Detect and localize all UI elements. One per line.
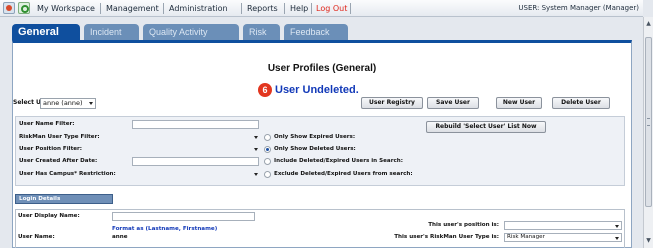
only-expired-radio[interactable] xyxy=(264,134,271,141)
exclude-deleted-radio[interactable] xyxy=(264,171,271,178)
scrollbar-thumb[interactable] xyxy=(645,37,652,207)
user-position-filter-label: User Position Filter: xyxy=(19,146,83,152)
select-user-dropdown[interactable]: anne (anne) xyxy=(40,98,96,109)
menu-management[interactable]: Management xyxy=(106,3,159,14)
menu-separator xyxy=(241,3,242,14)
grip-icon xyxy=(647,118,650,126)
rebuild-user-list-button[interactable]: Rebuild 'Select User' List Now xyxy=(426,121,546,133)
menu-my-workspace[interactable]: My Workspace xyxy=(37,3,95,14)
top-menu-bar: My Workspace Management Administration R… xyxy=(0,0,643,17)
position-label: This user's position is: xyxy=(428,222,499,228)
include-deleted-radio[interactable] xyxy=(264,158,271,165)
delete-user-button[interactable]: Delete User xyxy=(552,97,610,109)
user-type-filter-label: RiskMan User Type Filter: xyxy=(19,134,100,140)
user-profile-panel: User Profiles (General) 6 User Undeleted… xyxy=(12,40,632,248)
chevron-down-icon xyxy=(254,173,258,176)
user-type-value: Risk Manager xyxy=(507,234,545,240)
user-created-after-input[interactable] xyxy=(132,157,259,166)
user-position-filter-select[interactable] xyxy=(132,145,259,154)
user-name-filter-label: User Name Filter: xyxy=(19,121,75,127)
home-icon[interactable] xyxy=(3,2,15,14)
tab-quality-activity[interactable]: Quality Activity xyxy=(143,24,239,40)
user-created-after-label: User Created After Date: xyxy=(19,158,98,164)
tab-general[interactable]: General xyxy=(12,24,80,40)
campus-restriction-select[interactable] xyxy=(132,170,259,179)
username-label: User Name: xyxy=(18,234,55,240)
format-hint: Format as (Lastname, Firstname) xyxy=(112,226,218,232)
new-user-button[interactable]: New User xyxy=(496,97,542,109)
menu-separator xyxy=(163,3,164,14)
scroll-down-icon[interactable]: ▼ xyxy=(645,237,652,245)
display-name-input[interactable] xyxy=(112,212,255,221)
position-select[interactable] xyxy=(504,221,622,230)
menu-separator xyxy=(284,3,285,14)
chevron-down-icon xyxy=(254,136,258,139)
user-type-label: This user's RiskMan User Type is: xyxy=(394,234,499,240)
page-title: User Profiles (General) xyxy=(267,63,377,74)
menu-separator xyxy=(350,3,351,14)
user-type-filter-select[interactable] xyxy=(132,133,259,142)
login-details-section: User Display Name: Format as (Lastname, … xyxy=(15,209,625,248)
chevron-down-icon xyxy=(254,148,258,151)
menu-reports[interactable]: Reports xyxy=(247,3,278,14)
tab-feedback[interactable]: Feedback xyxy=(284,24,348,40)
logout-link[interactable]: Log Out xyxy=(316,3,347,14)
user-name-filter-input[interactable] xyxy=(132,120,259,129)
select-user-value: anne (anne) xyxy=(43,99,83,107)
current-user-label: USER: System Manager (Manager) xyxy=(518,4,639,12)
vertical-scrollbar[interactable]: ▲ ▼ xyxy=(643,17,653,248)
notice-number-icon: 6 xyxy=(258,83,272,97)
menu-separator xyxy=(100,3,101,14)
user-registry-button[interactable]: User Registry xyxy=(361,97,423,109)
only-deleted-radio[interactable] xyxy=(264,146,271,153)
login-details-header: Login Details xyxy=(15,194,113,204)
menu-help[interactable]: Help xyxy=(290,3,308,14)
refresh-icon[interactable] xyxy=(18,2,30,14)
chevron-down-icon xyxy=(89,102,93,105)
user-type-select[interactable]: Risk Manager xyxy=(504,233,622,242)
include-deleted-label: Include Deleted/Expired Users in Search: xyxy=(274,158,403,164)
tab-risk[interactable]: Risk xyxy=(243,24,280,40)
username-value: anne xyxy=(112,234,128,240)
scroll-up-icon[interactable]: ▲ xyxy=(645,20,652,28)
save-user-button[interactable]: Save User xyxy=(427,97,479,109)
menu-administration[interactable]: Administration xyxy=(169,3,228,14)
only-expired-label: Only Show Expired Users: xyxy=(274,134,356,140)
display-name-label: User Display Name: xyxy=(18,213,80,219)
menu-separator xyxy=(311,3,312,14)
exclude-deleted-label: Exclude Deleted/Expired Users from searc… xyxy=(274,171,413,177)
filter-box: User Name Filter: RiskMan User Type Filt… xyxy=(15,116,625,186)
tab-incident[interactable]: Incident xyxy=(84,24,139,40)
only-deleted-label: Only Show Deleted Users: xyxy=(274,146,356,152)
chevron-down-icon xyxy=(615,225,619,228)
chevron-down-icon xyxy=(615,237,619,240)
campus-restriction-label: User Has Campus* Restriction: xyxy=(19,171,116,177)
notice-text: User Undeleted. xyxy=(275,84,359,96)
